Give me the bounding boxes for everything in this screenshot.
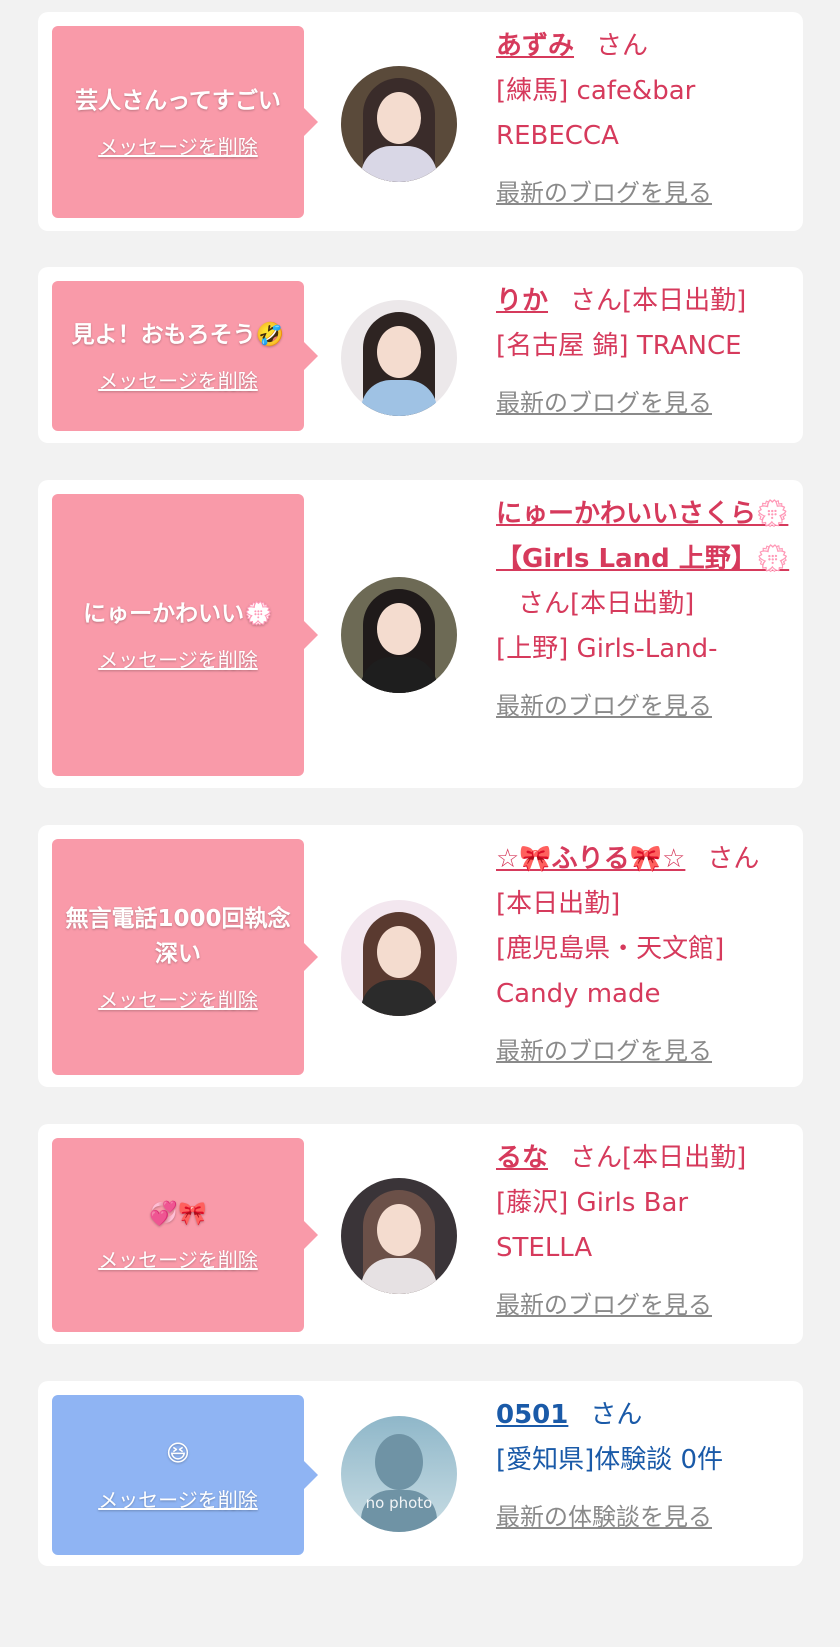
latest-blog-link[interactable]: 最新のブログを見る	[496, 1029, 791, 1074]
message-bubble: 芸人さんってすごい メッセージを削除	[52, 26, 318, 218]
message-card: 無言電話1000回執念深い メッセージを削除 ☆🎀ふりる🎀☆ さん[本日出勤] […	[38, 825, 803, 1087]
sender-name-link[interactable]: るな	[496, 1143, 548, 1173]
avatar[interactable]	[341, 577, 457, 693]
message-card: 見よ！おもろそう🤣 メッセージを削除 りか さん[本日出勤] [名古屋 錦] TR…	[38, 267, 803, 443]
message-card: 😆 メッセージを削除 no photo 0501 さん [愛知県]体験談 0件 最…	[38, 1381, 803, 1566]
message-card: 芸人さんってすごい メッセージを削除 あずみ さん [練馬] cafe&bar R…	[38, 12, 803, 231]
shop-info: [藤沢] Girls Bar STELLA	[496, 1188, 689, 1263]
latest-blog-link[interactable]: 最新のブログを見る	[496, 1283, 791, 1328]
avatar[interactable]	[341, 900, 457, 1016]
sender-info: あずみ さん [練馬] cafe&bar REBECCA 最新のブログを見る	[496, 24, 791, 216]
shop-info: [上野] Girls-Land-	[496, 634, 718, 664]
message-bubble: 無言電話1000回執念深い メッセージを削除	[52, 839, 318, 1075]
sender-suffix: さん[本日出勤]	[570, 286, 747, 316]
delete-message-link[interactable]: メッセージを削除	[98, 1484, 258, 1513]
message-text: 😆	[166, 1441, 190, 1467]
delete-message-link[interactable]: メッセージを削除	[98, 1244, 258, 1273]
latest-blog-link[interactable]: 最新のブログを見る	[496, 381, 791, 426]
sender-suffix: さん	[590, 1400, 643, 1430]
shop-info: [名古屋 錦] TRANCE	[496, 331, 742, 361]
avatar[interactable]	[341, 66, 457, 182]
avatar[interactable]	[341, 300, 457, 416]
message-text: にゅーかわいい💮	[83, 601, 273, 627]
delete-message-link[interactable]: メッセージを削除	[98, 984, 258, 1013]
delete-message-link[interactable]: メッセージを削除	[98, 365, 258, 394]
avatar[interactable]: no photo	[341, 1416, 457, 1532]
message-bubble: 😆 メッセージを削除	[52, 1395, 318, 1555]
message-text: 見よ！おもろそう🤣	[71, 322, 285, 348]
sender-name-link[interactable]: りか	[496, 286, 548, 316]
sender-name-link[interactable]: にゅーかわいいさくら💮【Girls Land 上野】💮	[496, 499, 789, 574]
delete-message-link[interactable]: メッセージを削除	[98, 644, 258, 673]
message-card: にゅーかわいい💮 メッセージを削除 にゅーかわいいさくら💮【Girls Land…	[38, 480, 803, 788]
sender-suffix: さん[本日出勤]	[518, 589, 695, 619]
sender-name-link[interactable]: あずみ	[496, 31, 574, 61]
message-bubble: にゅーかわいい💮 メッセージを削除	[52, 494, 318, 776]
latest-blog-link[interactable]: 最新のブログを見る	[496, 171, 791, 216]
shop-info: [練馬] cafe&bar REBECCA	[496, 76, 696, 151]
delete-message-link[interactable]: メッセージを削除	[98, 131, 258, 160]
sender-info: ☆🎀ふりる🎀☆ さん[本日出勤] [鹿児島県・天文館] Candy made 最新…	[496, 837, 791, 1074]
sender-suffix: さん[本日出勤]	[570, 1143, 747, 1173]
sender-name-link[interactable]: 0501	[496, 1400, 568, 1430]
sender-info: るな さん[本日出勤] [藤沢] Girls Bar STELLA 最新のブログを…	[496, 1136, 791, 1328]
shop-info: [愛知県]体験談 0件	[496, 1445, 724, 1475]
message-card: 💞🎀 メッセージを削除 るな さん[本日出勤] [藤沢] Girls Bar ST…	[38, 1124, 803, 1344]
message-list: 芸人さんってすごい メッセージを削除 あずみ さん [練馬] cafe&bar R…	[0, 0, 840, 1647]
sender-info: にゅーかわいいさくら💮【Girls Land 上野】💮 さん[本日出勤] [上野]…	[496, 492, 791, 729]
latest-blog-link[interactable]: 最新のブログを見る	[496, 684, 791, 729]
sender-info: 0501 さん [愛知県]体験談 0件 最新の体験談を見る	[496, 1393, 791, 1540]
no-photo-label: no photo	[365, 1494, 433, 1512]
latest-review-link[interactable]: 最新の体験談を見る	[496, 1495, 791, 1540]
message-bubble: 見よ！おもろそう🤣 メッセージを削除	[52, 281, 318, 431]
message-text: 無言電話1000回執念深い	[65, 905, 291, 967]
avatar[interactable]	[341, 1178, 457, 1294]
message-text: 芸人さんってすごい	[75, 88, 281, 114]
sender-name-link[interactable]: ☆🎀ふりる🎀☆	[496, 844, 685, 874]
sender-info: りか さん[本日出勤] [名古屋 錦] TRANCE 最新のブログを見る	[496, 279, 791, 426]
message-text: 💞🎀	[149, 1201, 207, 1227]
sender-suffix: さん	[596, 31, 649, 61]
shop-info: [鹿児島県・天文館] Candy made	[496, 934, 725, 1009]
message-bubble: 💞🎀 メッセージを削除	[52, 1138, 318, 1332]
